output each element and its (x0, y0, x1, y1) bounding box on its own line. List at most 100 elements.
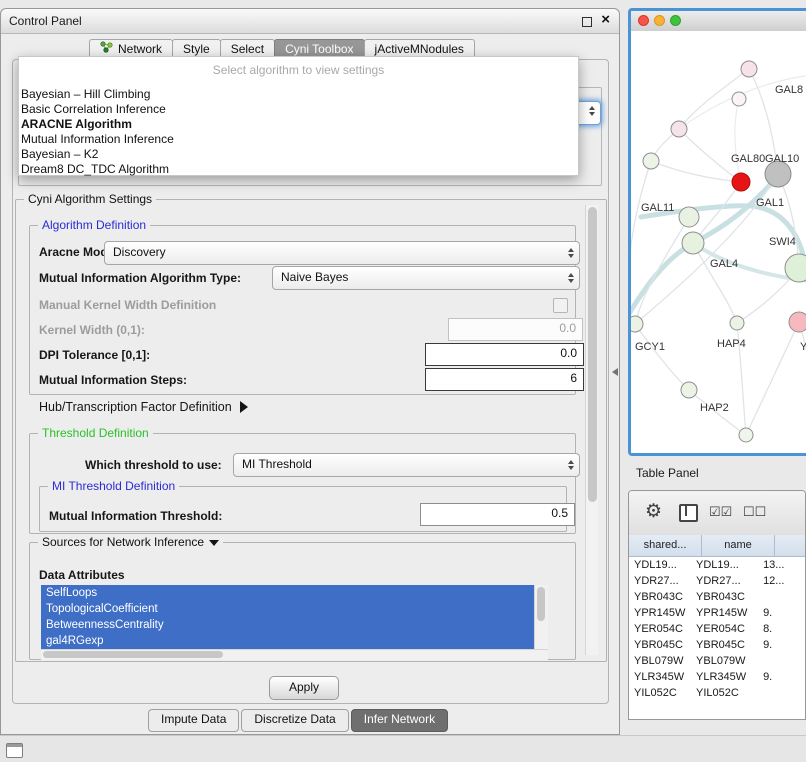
network-edge[interactable] (735, 99, 741, 182)
combo-stepper-icon (568, 454, 574, 476)
panel-splitter-arrow-icon[interactable] (612, 368, 618, 376)
control-panel-title: Control Panel (1, 9, 82, 33)
table-cell: 12... (753, 573, 805, 589)
attribute-item[interactable]: TopologicalCoefficient (41, 601, 535, 617)
algorithm-option[interactable]: Bayesian – K2 (19, 147, 578, 162)
table-cell: YBR045C (629, 637, 691, 653)
table-cell: YBR045C (691, 637, 753, 653)
column-header[interactable] (775, 535, 806, 557)
table-cell: YDL19... (629, 557, 691, 573)
network-edge[interactable] (799, 322, 806, 441)
network-node[interactable] (730, 316, 744, 330)
attribute-item[interactable]: SelfLoops (41, 585, 535, 601)
network-edge[interactable] (693, 182, 741, 243)
table-cell (753, 653, 805, 669)
select-all-icon[interactable]: ☑☑ (709, 504, 732, 520)
mi-steps-field[interactable]: 6 (425, 368, 584, 391)
table-row[interactable]: YER054CYER054C8. (629, 621, 805, 637)
table-row[interactable]: YBL079WYBL079W (629, 653, 805, 669)
table-row[interactable]: YDR27...YDR27...12... (629, 573, 805, 589)
table-row[interactable]: YBR045CYBR045C9. (629, 637, 805, 653)
node-label-swi4: SWI4 (769, 236, 796, 248)
minimize-window-icon[interactable] (654, 15, 665, 26)
columns-icon[interactable] (679, 504, 698, 522)
mi-steps-label: Mutual Information Steps: (39, 370, 187, 390)
column-header[interactable]: name (702, 535, 775, 557)
column-header[interactable]: shared... (629, 535, 702, 557)
table-row[interactable]: YIL052CYIL052C (629, 685, 805, 701)
network-node[interactable] (671, 121, 687, 137)
network-node[interactable] (739, 428, 753, 442)
algorithm-option[interactable]: ARACNE Algorithm (19, 117, 578, 132)
table-row[interactable]: YPR145WYPR145W9. (629, 605, 805, 621)
attribute-item[interactable]: gal4RGexp (41, 633, 535, 649)
table-panel-title: Table Panel (636, 466, 699, 480)
scrollbar-thumb[interactable] (537, 587, 545, 621)
node-label-gal10: GAL10 (765, 153, 799, 165)
dpi-tolerance-label: DPI Tolerance [0,1]: (39, 345, 150, 365)
bottom-tab-discretize-data[interactable]: Discretize Data (241, 709, 348, 732)
node-label-hap4: HAP4 (717, 338, 746, 350)
table-panel-window: ⚙ ☑☑ ☐☐ shared...name YDL19...YDL19...13… (628, 490, 806, 720)
algorithm-option[interactable]: Basic Correlation Inference (19, 102, 578, 117)
table-row[interactable]: YDL19...YDL19...13... (629, 557, 805, 573)
sources-title[interactable]: Sources for Network Inference (38, 535, 223, 549)
zoom-window-icon[interactable] (670, 15, 681, 26)
manual-kernel-width-checkbox[interactable] (553, 298, 568, 313)
hub-definition-section[interactable]: Hub/Transcription Factor Definition (39, 400, 248, 414)
algorithm-option[interactable]: Mutual Information Inference (19, 132, 578, 147)
network-canvas[interactable]: GAL8GAL80GAL10GAL11GAL1SWI4GAL4GCY1HAP4Y… (631, 31, 806, 453)
table-cell: YIL052C (629, 685, 691, 701)
dpi-tolerance-field[interactable]: 0.0 (425, 343, 584, 366)
which-threshold-select[interactable]: MI Threshold (233, 453, 580, 477)
mi-algorithm-type-value: Naive Bayes (281, 270, 348, 284)
mi-algorithm-type-select[interactable]: Naive Bayes (272, 266, 580, 290)
network-edge[interactable] (746, 322, 799, 435)
attribute-item[interactable]: BetweennessCentrality (41, 617, 535, 633)
algorithm-option[interactable]: Dream8 DC_TDC Algorithm (19, 162, 578, 177)
table-cell: 9. (753, 669, 805, 685)
network-node[interactable] (679, 207, 699, 227)
network-node[interactable] (643, 153, 659, 169)
network-edge[interactable] (635, 324, 689, 390)
network-window-titlebar (631, 11, 806, 32)
mi-threshold-field[interactable]: 0.5 (420, 503, 575, 526)
settings-scrollbar-thumb[interactable] (588, 207, 597, 502)
network-view-window: GAL8GAL80GAL10GAL11GAL1SWI4GAL4GCY1HAP4Y… (628, 8, 806, 456)
network-node[interactable] (682, 232, 704, 254)
table-row[interactable]: YBR043CYBR043C (629, 589, 805, 605)
collapse-arrow-icon[interactable] (209, 540, 219, 546)
network-node[interactable] (681, 382, 697, 398)
table-cell: YBL079W (629, 653, 691, 669)
bottom-tab-impute-data[interactable]: Impute Data (148, 709, 239, 732)
float-window-icon[interactable] (582, 17, 592, 27)
apply-button[interactable]: Apply (269, 676, 339, 700)
gear-icon[interactable]: ⚙ (645, 500, 662, 523)
network-node[interactable] (732, 173, 750, 191)
kernel-width-field[interactable]: 0.0 (448, 318, 583, 341)
table-cell: YBR043C (629, 589, 691, 605)
settings-scrollbar[interactable] (585, 205, 598, 655)
attributes-horizontal-scrollbar[interactable] (41, 649, 548, 660)
close-panel-icon[interactable]: × (601, 11, 610, 28)
table-row[interactable]: YLR345WYLR345W9. (629, 669, 805, 685)
restore-panel-icon[interactable] (6, 743, 23, 758)
node-label-gcy1: GCY1 (635, 341, 665, 353)
table-cell: YBL079W (691, 653, 753, 669)
bottom-dock-bar (0, 735, 806, 762)
attributes-vertical-scrollbar[interactable] (534, 585, 548, 650)
table-header: shared...name (629, 535, 806, 557)
network-node[interactable] (741, 61, 757, 77)
table-cell: 13... (753, 557, 805, 573)
scrollbar-thumb[interactable] (43, 651, 223, 658)
deselect-all-icon[interactable]: ☐☐ (743, 504, 766, 520)
network-node[interactable] (789, 312, 806, 332)
table-cell: YER054C (691, 621, 753, 637)
close-window-icon[interactable] (638, 15, 649, 26)
bottom-tab-infer-network[interactable]: Infer Network (351, 709, 448, 732)
aracne-mode-select[interactable]: Discovery (104, 241, 580, 265)
network-node[interactable] (732, 92, 746, 106)
algorithm-option[interactable]: Bayesian – Hill Climbing (19, 87, 578, 102)
network-node[interactable] (631, 316, 643, 332)
expand-arrow-icon[interactable] (240, 401, 248, 413)
